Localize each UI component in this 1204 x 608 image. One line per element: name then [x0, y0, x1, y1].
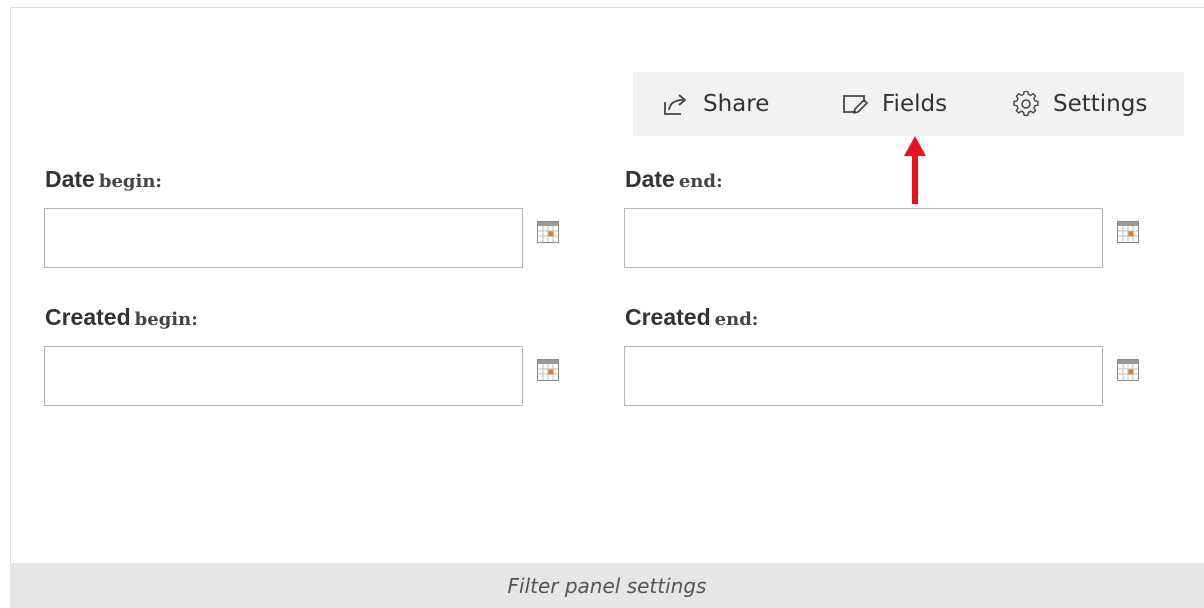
date-end-input[interactable] [624, 208, 1103, 268]
fields-button[interactable]: Fields [840, 72, 947, 136]
settings-button[interactable]: Settings [1011, 72, 1147, 136]
created-begin-input[interactable] [44, 346, 523, 406]
annotation-arrow [904, 136, 926, 204]
fields-label: Fields [882, 91, 948, 117]
share-button[interactable]: Share [661, 72, 769, 136]
date-end-label: Date end: [625, 166, 723, 192]
created-end-label: Created end: [625, 304, 759, 330]
share-icon [661, 89, 691, 119]
date-begin-label: Date begin: [45, 166, 163, 192]
filter-toolbar: Share Fields Settings [633, 72, 1184, 136]
calendar-icon[interactable] [1117, 359, 1139, 381]
figure-caption: Filter panel settings [507, 573, 707, 598]
calendar-icon[interactable] [1117, 221, 1139, 243]
settings-label: Settings [1053, 91, 1148, 117]
share-label: Share [703, 91, 770, 117]
created-end-input[interactable] [624, 346, 1103, 406]
figure-caption-bar: Filter panel settings [10, 563, 1204, 608]
created-begin-label: Created begin: [45, 304, 198, 330]
calendar-icon[interactable] [537, 221, 559, 243]
calendar-icon[interactable] [537, 359, 559, 381]
fields-edit-icon [840, 89, 870, 119]
date-begin-input[interactable] [44, 208, 523, 268]
gear-icon [1011, 89, 1041, 119]
